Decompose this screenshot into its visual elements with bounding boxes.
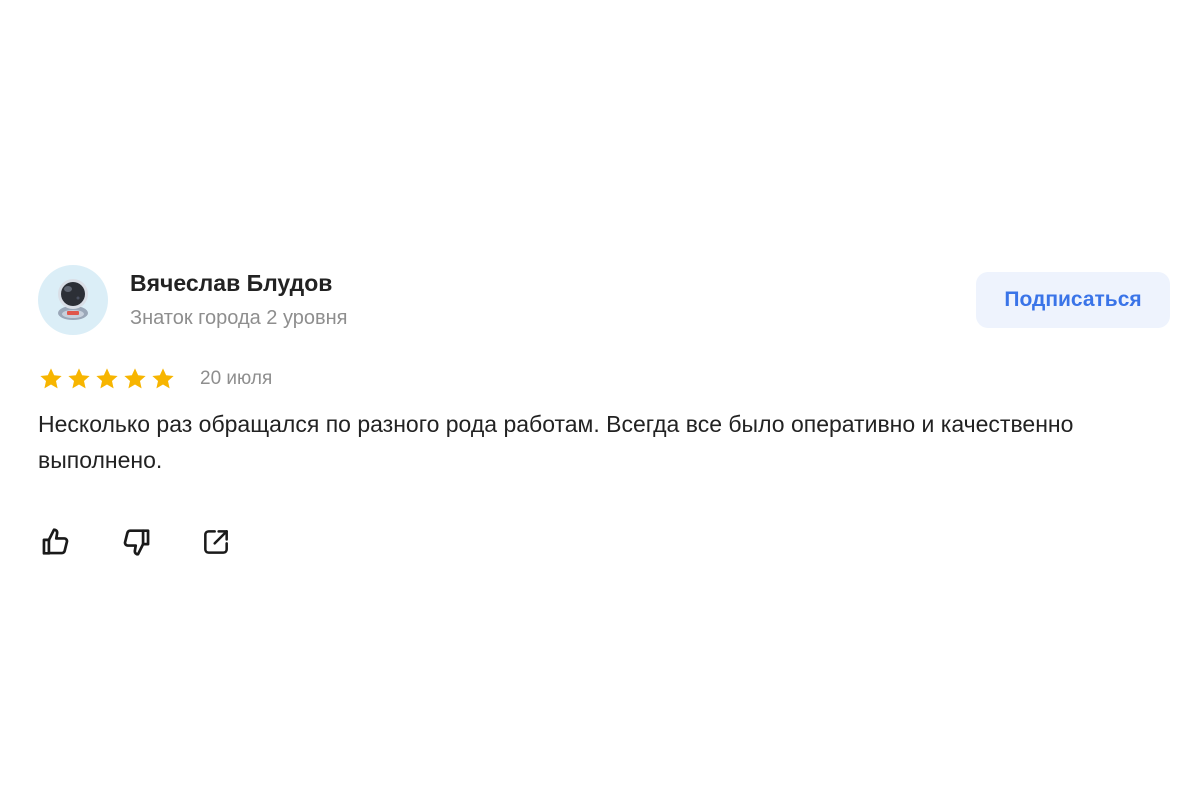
review-actions [38, 524, 1170, 560]
author-name[interactable]: Вячеслав Блудов [130, 270, 332, 297]
star-icon [66, 366, 92, 392]
star-icon [150, 366, 176, 392]
thumbs-down-icon[interactable] [118, 524, 154, 560]
review-text: Несколько раз обращался по разного рода … [38, 411, 1074, 473]
review-header: Вячеслав Блудов Знаток города 2 уровня П… [38, 262, 1170, 338]
author-level: Знаток города 2 уровня [130, 307, 348, 329]
star-icon [94, 366, 120, 392]
review-meta: 20 июля [38, 364, 1170, 394]
avatar[interactable] [38, 265, 108, 335]
review-card: Вячеслав Блудов Знаток города 2 уровня П… [38, 262, 1170, 560]
review-date: 20 июля [200, 368, 273, 389]
star-icon [38, 366, 64, 392]
share-icon[interactable] [198, 524, 234, 560]
astronaut-avatar-icon [53, 275, 93, 326]
star-icon [122, 366, 148, 392]
rating-stars [38, 366, 176, 392]
subscribe-button[interactable]: Подписаться [976, 272, 1170, 328]
thumbs-up-icon[interactable] [38, 524, 74, 560]
